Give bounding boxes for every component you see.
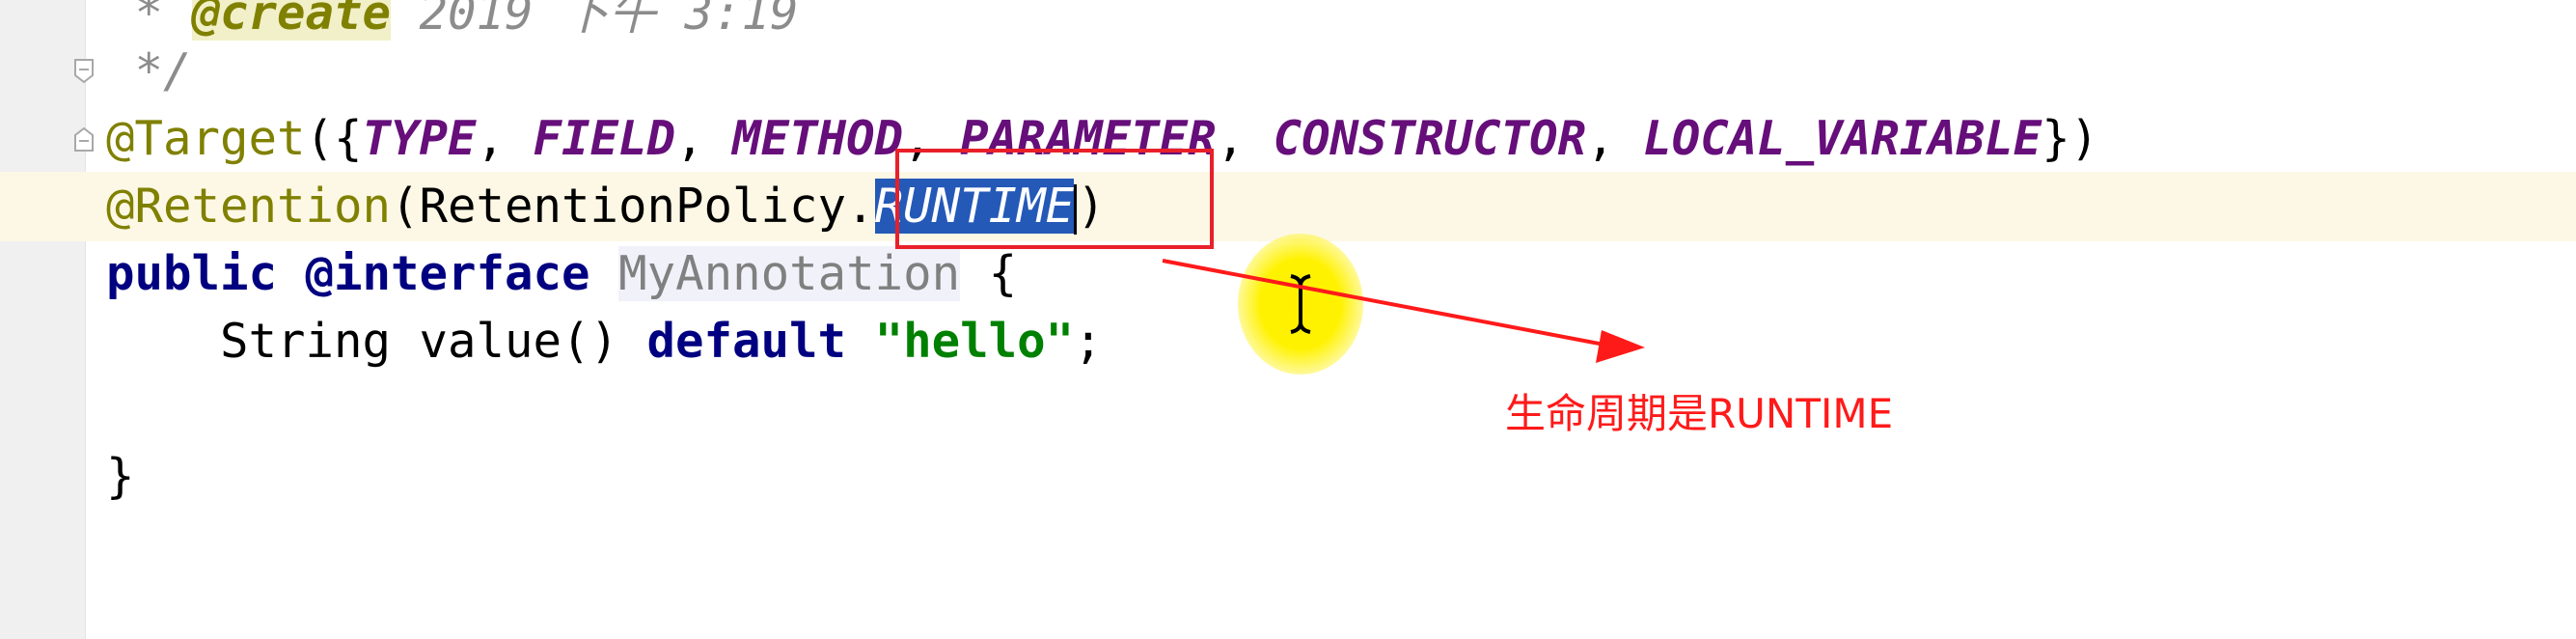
punctuation: ({	[305, 111, 363, 166]
semicolon: ;	[1074, 314, 1103, 369]
constant-method: METHOD	[732, 111, 904, 166]
javadoc-tag: @create	[191, 0, 392, 41]
highlight-box	[895, 149, 1214, 249]
constant-type: TYPE	[362, 111, 477, 166]
annotation-note: 生命周期是RUNTIME	[1505, 390, 1894, 437]
code-line-interface[interactable]: public @interface MyAnnotation {	[106, 241, 1017, 307]
punctuation: ,	[476, 111, 534, 166]
editor-gutter[interactable]	[0, 0, 94, 639]
fold-end-icon[interactable]	[69, 56, 98, 85]
comment-prefix: *	[106, 0, 192, 41]
open-brace: {	[988, 246, 1018, 301]
code-line-comment-end[interactable]: */	[106, 39, 192, 104]
punctuation: ,	[675, 111, 733, 166]
method-signature: value()	[391, 314, 647, 369]
comment-end: */	[106, 43, 192, 98]
code-editor[interactable]: * @create 2019 下午 3:19 */ @Target({TYPE,…	[0, 0, 2576, 639]
code-line-method[interactable]: String value() default "hello";	[106, 309, 1103, 375]
keyword-interface: @interface	[305, 246, 590, 301]
code-line-close[interactable]: }	[106, 444, 135, 510]
fold-start-icon[interactable]	[69, 125, 98, 154]
type-string: String	[220, 314, 392, 369]
punctuation: (	[391, 179, 420, 234]
interface-name[interactable]: MyAnnotation	[618, 246, 961, 301]
keyword-default: default	[646, 314, 847, 369]
constant-constructor: CONSTRUCTOR	[1273, 111, 1587, 166]
keyword-public: public	[106, 246, 278, 301]
constant-field: FIELD	[533, 111, 676, 166]
comment-text: 2019 下午 3:19	[391, 0, 799, 41]
annotation-target: @Target	[106, 111, 306, 166]
punctuation: .	[846, 179, 875, 234]
string-literal: "hello"	[874, 314, 1075, 369]
close-brace: }	[106, 449, 135, 504]
text-cursor-icon	[1290, 274, 1311, 334]
constant-local-variable: LOCAL_VARIABLE	[1643, 111, 2042, 166]
class-ref-retention-policy: RetentionPolicy	[419, 179, 847, 234]
punctuation: ,	[1216, 111, 1274, 166]
code-line-comment-create[interactable]: * @create 2019 下午 3:19	[106, 0, 799, 46]
annotation-retention: @Retention	[106, 179, 392, 234]
punctuation: })	[2042, 111, 2099, 166]
punctuation: ,	[1586, 111, 1644, 166]
